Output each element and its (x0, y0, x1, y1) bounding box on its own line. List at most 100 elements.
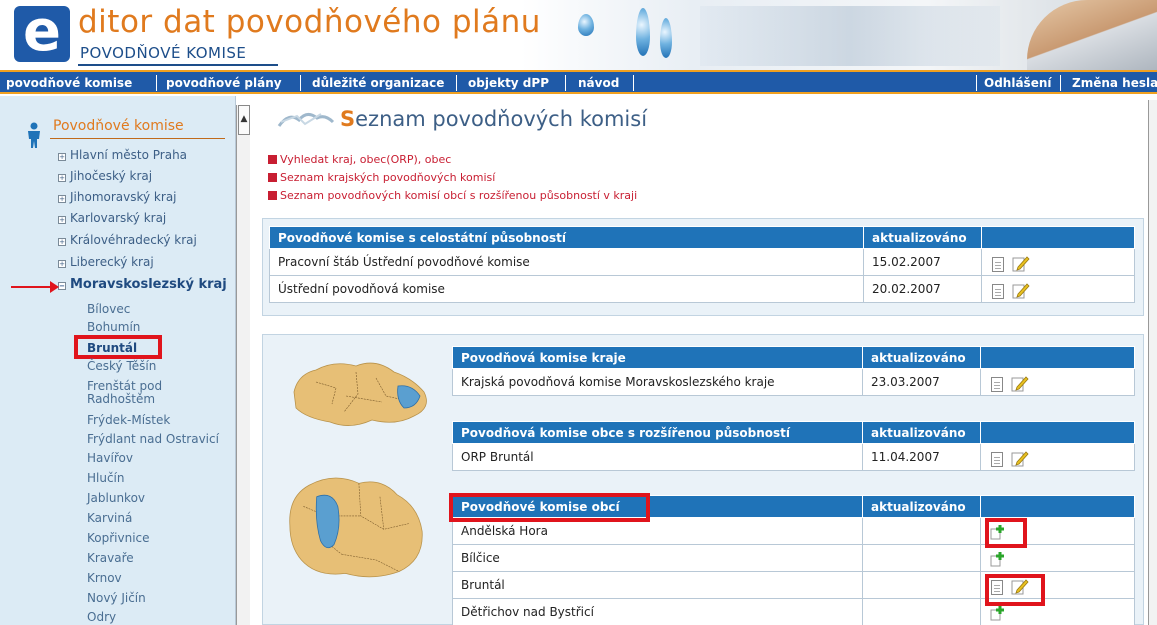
collapse-icon: − (58, 282, 66, 290)
sidebar-city[interactable]: Kopřivnice (87, 532, 150, 545)
row-actions (980, 544, 1135, 572)
logout-link[interactable]: Odhlášení (984, 74, 1051, 92)
water-drop-icon (636, 8, 650, 56)
sidebar-city[interactable]: Frýdek-Místek (87, 414, 170, 427)
nav-separator (1060, 75, 1061, 91)
document-icon[interactable] (992, 284, 1004, 299)
region-label: Jihomoravský kraj (70, 190, 177, 204)
edit-pencil-icon[interactable] (1012, 282, 1030, 299)
commission-name[interactable]: Bruntál (452, 571, 863, 599)
row-actions (980, 368, 1135, 396)
sidebar-city[interactable]: Frýdlant nad Ostravicí (87, 433, 219, 446)
main-scrollbar[interactable] (1148, 100, 1157, 625)
expand-icon: + (58, 174, 66, 182)
expand-icon: + (58, 216, 66, 224)
add-document-icon[interactable] (989, 551, 1007, 567)
table-row[interactable]: ORP Bruntál 11.04.2007 (452, 443, 1135, 471)
sidebar-scrollbar[interactable]: ▲ (236, 105, 250, 625)
app-header: e ditor dat povodňového plánu POVODŇOVÉ … (0, 0, 1157, 70)
sidebar-city[interactable]: Bílovec (87, 303, 130, 316)
arrow-bullet-icon (268, 191, 277, 200)
nav-dulezite-organizace[interactable]: důležité organizace (312, 74, 444, 92)
sidebar-city[interactable]: Bohumín (87, 321, 140, 334)
sidebar-city[interactable]: Kravaře (87, 552, 134, 565)
link-label: Vyhledat kraj, obec(ORP), obec (280, 153, 452, 166)
annotation-arrow (11, 286, 53, 288)
updated-date (862, 544, 981, 572)
link-regional-list[interactable]: Seznam krajských povodňových komisí (268, 171, 495, 184)
hand-mouse-image (1027, 0, 1157, 70)
sidebar-region-active[interactable]: − Moravskoslezský kraj (58, 277, 227, 292)
region-label: Moravskoslezský kraj (70, 277, 227, 292)
table-header-row: Povodňová komise kraje aktualizováno (452, 346, 1135, 369)
document-icon[interactable] (992, 257, 1004, 272)
annotation-highlight (449, 493, 650, 522)
subtitle-underline (78, 64, 278, 66)
sidebar-city-continued[interactable]: Radhoštěm (87, 393, 155, 406)
sidebar-city[interactable]: Krnov (87, 572, 122, 585)
sidebar-region[interactable]: + Liberecký kraj (58, 255, 154, 269)
column-header-actions (980, 346, 1135, 369)
commission-name[interactable]: Pracovní štáb Ústřední povodňové komise (269, 248, 864, 276)
document-icon[interactable] (991, 377, 1003, 392)
annotation-highlight (985, 574, 1045, 606)
row-actions (981, 275, 1135, 303)
column-header-actions (981, 226, 1135, 249)
region-label: Liberecký kraj (70, 255, 154, 269)
sidebar-city[interactable]: Havířov (87, 452, 133, 465)
table-row[interactable]: Krajská povodňová komise Moravskoslezské… (452, 368, 1135, 396)
nav-povodnove-komise[interactable]: povodňové komise (6, 74, 132, 92)
table-row[interactable]: Bílčice (452, 544, 1135, 572)
page-title-initial: S (340, 107, 356, 131)
sidebar-city[interactable]: Hlučín (87, 472, 125, 485)
commission-name[interactable]: Bílčice (452, 544, 863, 572)
table-row[interactable]: Pracovní štáb Ústřední povodňové komise … (269, 248, 1135, 276)
link-search[interactable]: Vyhledat kraj, obec(ORP), obec (268, 153, 451, 166)
commission-name[interactable]: Krajská povodňová komise Moravskoslezské… (452, 368, 863, 396)
commission-name[interactable]: Dětřichov nad Bystřicí (452, 598, 863, 625)
nav-objekty-dpp[interactable]: objekty dPP (468, 74, 549, 92)
edit-pencil-icon[interactable] (1012, 255, 1030, 272)
nav-povodnove-plany[interactable]: povodňové plány (166, 74, 282, 92)
column-header: Povodňové komise s celostátní působností (269, 226, 864, 249)
expand-icon: + (58, 195, 66, 203)
sidebar-region[interactable]: + Královéhradecký kraj (58, 233, 197, 247)
commission-name[interactable]: Ústřední povodňová komise (269, 275, 864, 303)
national-table: Povodňové komise s celostátní působností… (269, 226, 1135, 303)
expand-icon: + (58, 260, 66, 268)
updated-date: 11.04.2007 (862, 443, 981, 471)
column-header: Povodňová komise kraje (452, 346, 863, 369)
link-orp-list[interactable]: Seznam povodňových komisí obcí s rozšíře… (268, 189, 637, 202)
sidebar-region[interactable]: + Jihomoravský kraj (58, 190, 177, 204)
table-header-row: Povodňová komise obce s rozšířenou působ… (452, 421, 1135, 444)
water-drop-icon (660, 18, 672, 58)
sidebar-title[interactable]: Povodňové komise (53, 118, 184, 134)
edit-pencil-icon[interactable] (1011, 450, 1029, 467)
commission-name[interactable]: ORP Bruntál (452, 443, 863, 471)
sidebar-region[interactable]: + Hlavní město Praha (58, 148, 187, 162)
updated-date: 15.02.2007 (863, 248, 982, 276)
sidebar-city[interactable]: Český Těšín (87, 360, 156, 373)
change-password-link[interactable]: Změna hesla (1072, 74, 1157, 92)
water-drop-icon (578, 14, 594, 36)
sidebar-city[interactable]: Nový Jičín (87, 592, 146, 605)
sidebar-region[interactable]: + Jihočeský kraj (58, 169, 152, 183)
sidebar-region[interactable]: + Karlovarský kraj (58, 211, 166, 225)
updated-date (862, 598, 981, 625)
sidebar-city[interactable]: Odry (87, 611, 116, 624)
add-document-icon[interactable] (989, 605, 1007, 621)
sidebar-city[interactable]: Jablunkov (87, 492, 145, 505)
document-icon[interactable] (991, 452, 1003, 467)
table-row[interactable]: Ústřední povodňová komise 20.02.2007 (269, 275, 1135, 303)
column-header-updated: aktualizováno (862, 346, 981, 369)
region-label: Královéhradecký kraj (70, 233, 197, 247)
sidebar-city[interactable]: Karviná (87, 512, 132, 525)
column-header-updated: aktualizováno (862, 421, 981, 444)
link-label: Seznam krajských povodňových komisí (280, 171, 496, 184)
scroll-up-icon[interactable]: ▲ (238, 105, 250, 135)
nav-navod[interactable]: návod (578, 74, 619, 92)
region-district-map (289, 477, 423, 578)
nav-separator (456, 75, 457, 91)
edit-pencil-icon[interactable] (1011, 375, 1029, 392)
column-header-actions (980, 421, 1135, 444)
